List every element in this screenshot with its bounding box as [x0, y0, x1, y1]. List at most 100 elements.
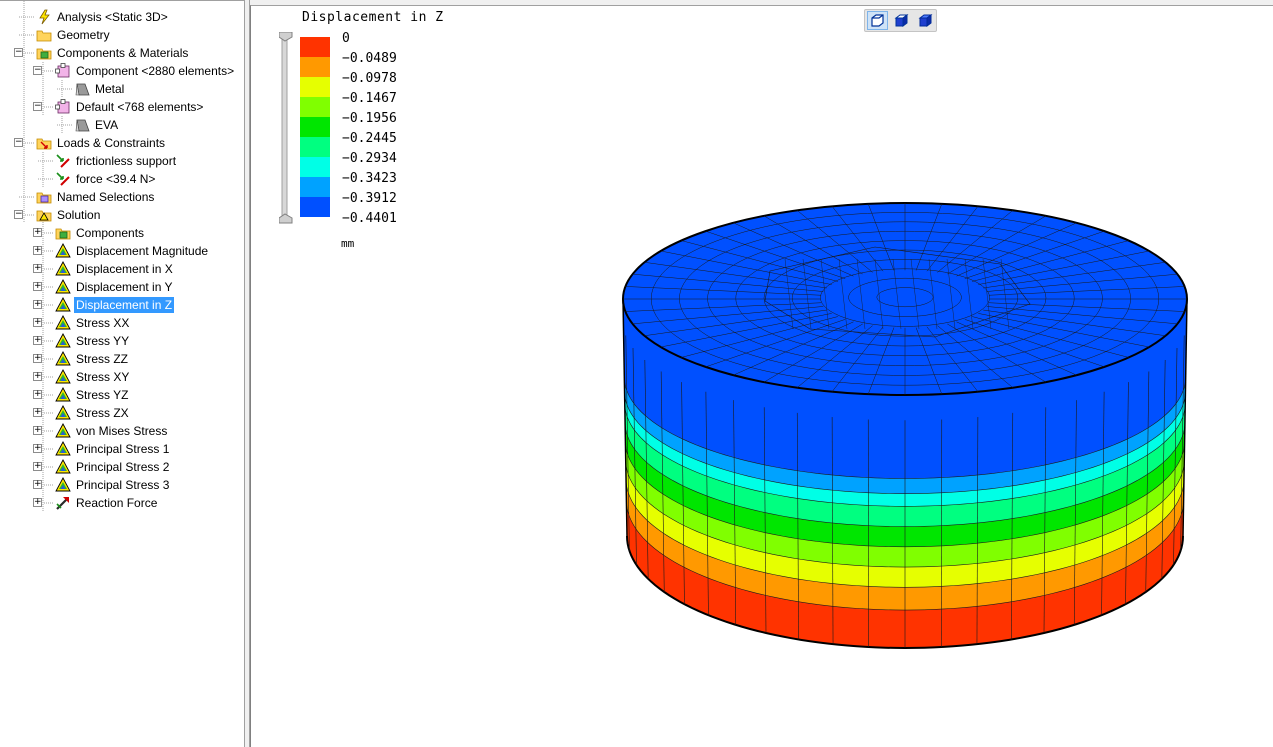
expand-toggle[interactable]: + — [33, 300, 42, 309]
tree-item[interactable]: Displacement in Y — [55, 278, 175, 296]
expand-toggle[interactable]: + — [33, 480, 42, 489]
expand-toggle[interactable]: + — [33, 462, 42, 471]
legend-value: −0.1467 — [342, 91, 397, 106]
tree-item[interactable]: Stress ZX — [55, 404, 131, 422]
tree-item-label: Named Selections — [57, 190, 155, 204]
expand-toggle[interactable]: + — [33, 354, 42, 363]
tree-item[interactable]: Reaction Force — [55, 494, 159, 512]
tree-item[interactable]: Stress YZ — [55, 386, 130, 404]
tree-item[interactable]: EVA — [74, 116, 120, 134]
view-box-shaded-icon — [894, 14, 909, 27]
solution-icon — [36, 210, 52, 222]
result-icon — [55, 333, 71, 348]
tree-item[interactable]: Component <2880 elements> — [55, 62, 236, 80]
material-icon — [75, 83, 90, 96]
tree-item[interactable]: Named Selections — [36, 188, 156, 206]
expand-toggle[interactable]: + — [33, 228, 42, 237]
tree-item-label: Reaction Force — [76, 496, 158, 510]
tree-item[interactable]: Principal Stress 2 — [55, 458, 171, 476]
expand-toggle[interactable]: + — [33, 408, 42, 417]
expand-toggle[interactable]: + — [33, 336, 42, 345]
tree-item[interactable]: frictionless support — [55, 152, 178, 170]
graphics-viewport[interactable]: Displacement in Z 0 −0.0489 −0.0978 −0.1467… — [250, 5, 1273, 747]
expand-toggle[interactable]: + — [33, 390, 42, 399]
tree-item[interactable]: Stress YY — [55, 332, 131, 350]
tree-item-label: Displacement in Y — [76, 280, 173, 294]
legend-unit: mm — [341, 237, 355, 250]
tree-item[interactable]: Principal Stress 3 — [55, 476, 171, 494]
expand-toggle[interactable]: + — [33, 264, 42, 273]
tree-item[interactable]: Default <768 elements> — [55, 98, 205, 116]
expand-toggle[interactable]: + — [33, 426, 42, 435]
tree-item-label: Stress ZZ — [76, 352, 129, 366]
tree-item-label: Components — [76, 226, 145, 240]
folder-icon — [36, 30, 52, 42]
tree-item[interactable]: Displacement Magnitude — [55, 242, 210, 260]
expand-toggle[interactable]: + — [33, 498, 42, 507]
tree-item-label: Geometry — [57, 28, 110, 42]
legend-value: −0.1956 — [342, 111, 397, 126]
tree-item[interactable]: von Mises Stress — [55, 422, 169, 440]
components-icon — [55, 228, 71, 240]
component-part-icon — [55, 63, 70, 78]
legend-max-handle — [279, 32, 293, 42]
tree-item[interactable]: Displacement in Z — [55, 296, 175, 314]
result-icon — [55, 369, 71, 384]
tree-item[interactable]: Solution — [36, 206, 102, 224]
expand-toggle[interactable]: + — [33, 444, 42, 453]
legend-swatch — [300, 57, 330, 77]
tree-item[interactable]: Displacement in X — [55, 260, 175, 278]
tree-item[interactable]: force <39.4 N> — [55, 170, 157, 188]
expand-toggle[interactable]: + — [33, 372, 42, 381]
collapse-toggle[interactable]: − — [14, 210, 23, 219]
collapse-toggle[interactable]: − — [33, 66, 42, 75]
tree-item[interactable]: Geometry — [36, 26, 112, 44]
view-box-wireframe-icon — [871, 14, 884, 27]
wireframe-view-button[interactable] — [867, 11, 888, 30]
tree-item[interactable]: Stress XX — [55, 314, 131, 332]
legend-value: −0.2934 — [342, 151, 397, 166]
legend-min-handle — [279, 213, 293, 224]
collapse-toggle[interactable]: − — [14, 138, 23, 147]
tree-item[interactable]: Metal — [74, 80, 126, 98]
tree-item-label: Displacement in Z — [74, 297, 175, 313]
tree-item-label: frictionless support — [76, 154, 177, 168]
tree-item-label: Components & Materials — [57, 46, 189, 60]
legend-range-slider[interactable] — [279, 32, 293, 228]
tree-item-label: Analysis <Static 3D> — [57, 10, 168, 24]
tree-item[interactable]: Components — [55, 224, 146, 242]
shaded-view-button[interactable] — [891, 11, 912, 30]
tree-item-label: EVA — [95, 118, 119, 132]
tree-item[interactable]: Stress XY — [55, 368, 131, 386]
tree-item-label: Default <768 elements> — [76, 100, 204, 114]
legend-value: 0 — [342, 31, 350, 46]
tree-item-label: Stress YZ — [76, 388, 129, 402]
tree-item-label: force <39.4 N> — [76, 172, 156, 186]
tree-item[interactable]: Analysis <Static 3D> — [36, 8, 170, 26]
tree-item[interactable]: Principal Stress 1 — [55, 440, 171, 458]
collapse-toggle[interactable]: − — [14, 48, 23, 57]
displacement-contour-model[interactable] — [251, 6, 1273, 747]
legend-swatch — [300, 197, 330, 217]
legend-swatch — [300, 77, 330, 97]
expand-toggle[interactable]: + — [33, 282, 42, 291]
result-icon — [55, 405, 71, 420]
legend-color-bar — [300, 37, 330, 217]
view-style-toolbar — [864, 9, 937, 32]
tree-item-label: Stress XX — [76, 316, 130, 330]
tree-item[interactable]: Components & Materials — [36, 44, 190, 62]
tree-item-label: Solution — [57, 208, 101, 222]
components-icon — [36, 48, 52, 60]
expand-toggle[interactable]: + — [33, 318, 42, 327]
legend-swatch — [300, 177, 330, 197]
result-icon — [55, 387, 71, 402]
reaction-force-icon — [56, 497, 69, 510]
collapse-toggle[interactable]: − — [33, 102, 42, 111]
legend-swatch — [300, 157, 330, 177]
tree-item[interactable]: Stress ZZ — [55, 350, 130, 368]
legend-value: −0.0978 — [342, 71, 397, 86]
expand-toggle[interactable]: + — [33, 246, 42, 255]
tree-item-label: Principal Stress 2 — [76, 460, 170, 474]
solid-view-button[interactable] — [915, 11, 936, 30]
tree-item[interactable]: Loads & Constraints — [36, 134, 167, 152]
